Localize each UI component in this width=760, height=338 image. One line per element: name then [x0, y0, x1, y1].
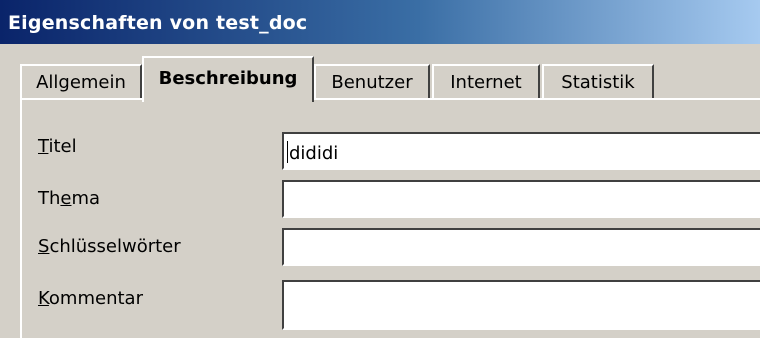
schluessel-accel: S	[38, 236, 50, 257]
title-bar[interactable]: Eigenschaften von test_doc	[0, 0, 760, 44]
thema-label: Thema	[38, 188, 100, 209]
schluesselwoerter-input[interactable]	[282, 228, 760, 266]
tab-allgemein[interactable]: Allgemein	[20, 64, 142, 100]
tab-label: Beschreibung	[158, 68, 298, 89]
tab-beschreibung[interactable]: Beschreibung	[142, 56, 314, 102]
tab-label: Internet	[450, 72, 522, 93]
kommentar-label-rest: ommentar	[48, 288, 143, 309]
titel-label-rest: itel	[48, 136, 77, 157]
window-title: Eigenschaften von test_doc	[8, 12, 308, 34]
titel-input[interactable]: dididi	[282, 132, 760, 170]
titel-label: Titel	[38, 136, 77, 157]
kommentar-accel: K	[38, 288, 49, 309]
tab-label: Allgemein	[36, 72, 126, 93]
schluessel-label-rest: chlüsselwörter	[49, 236, 181, 257]
tab-benutzer[interactable]: Benutzer	[314, 64, 430, 100]
tab-label: Benutzer	[331, 72, 413, 93]
text-cursor	[287, 141, 288, 163]
thema-input[interactable]	[282, 180, 760, 218]
tab-label: Statistik	[561, 72, 635, 93]
tab-strip: Allgemein Beschreibung Benutzer Internet…	[0, 44, 760, 102]
thema-label-rest: ma	[71, 188, 101, 209]
titel-accel: T	[38, 136, 49, 157]
tab-internet[interactable]: Internet	[432, 64, 540, 100]
thema-label-pre: Th	[38, 188, 61, 209]
kommentar-label: Kommentar	[38, 288, 143, 309]
titel-value: dididi	[289, 143, 339, 164]
schluesselwoerter-label: Schlüsselwörter	[38, 236, 181, 257]
thema-accel: e	[60, 188, 72, 209]
tab-statistik[interactable]: Statistik	[542, 64, 654, 100]
